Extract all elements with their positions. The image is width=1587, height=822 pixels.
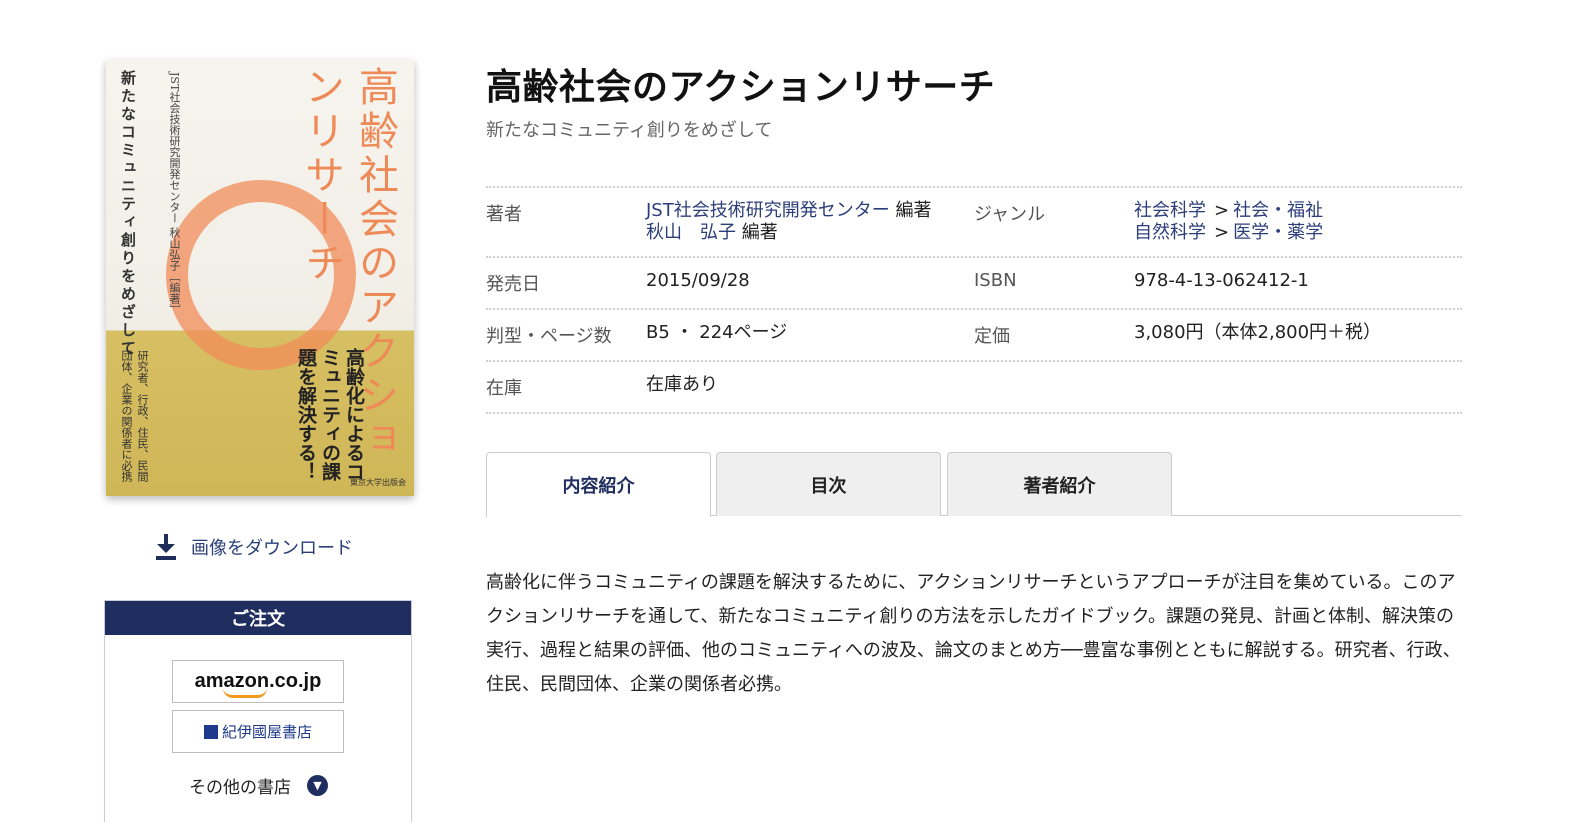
info-row-stock: 在庫 在庫あり (486, 360, 1462, 414)
genres-value: 社会科学 > 社会・福祉 自然科学 > 医学・薬学 (1134, 200, 1324, 243)
author-link[interactable]: JST社会技術研究開発センター (646, 200, 890, 221)
page-subtitle: 新たなコミュニティ創りをめざして (486, 120, 773, 141)
isbn-label: ISBN (974, 270, 1017, 291)
info-row-author-genre: 著者 JST社会技術研究開発センター 編著 秋山 弘子 編著 ジャンル 社会科学… (486, 186, 1462, 256)
chevron-down-icon: ▼ (307, 775, 328, 796)
kinokuniya-button[interactable]: 紀伊國屋書店 (172, 710, 344, 753)
download-icon (155, 534, 177, 560)
other-shops-toggle[interactable]: その他の書店 ▼ (189, 773, 328, 798)
cover-publisher: 東京大学出版会 (350, 478, 406, 487)
info-row-release-isbn: 発売日 2015/09/28 ISBN 978-4-13-062412-1 (486, 256, 1462, 308)
cover-features: 研究者、行政、住民、民間団体、企業の関係者に必携 (120, 350, 149, 482)
stock-label: 在庫 (486, 378, 522, 399)
genre-sub-link[interactable]: 社会・福祉 (1233, 200, 1323, 221)
other-shops-label: その他の書店 (189, 778, 291, 798)
book-cover-image: 高齢社会のアクションリサーチ 新たなコミュニティ創りをめざして JST社会技術研… (106, 60, 414, 496)
format-label: 判型・ページ数 (486, 326, 612, 347)
cover-editors: JST社会技術研究開発センター 秋山弘子［編著］ (168, 72, 181, 315)
format-value: B5 ・ 224ページ (646, 322, 788, 343)
genre-main-link[interactable]: 自然科学 (1134, 222, 1206, 243)
author-link[interactable]: 秋山 弘子 (646, 222, 736, 243)
info-row-format-price: 判型・ページ数 B5 ・ 224ページ 定価 3,080円（本体2,800円＋税… (486, 308, 1462, 360)
author-label: 著者 (486, 204, 522, 225)
kinokuniya-label: 紀伊國屋書店 (221, 723, 312, 741)
download-label: 画像をダウンロード (191, 538, 353, 559)
genre-sub-link[interactable]: 医学・薬学 (1233, 222, 1323, 243)
page-title: 高齢社会のアクションリサーチ (486, 67, 996, 108)
genre-label: ジャンル (974, 204, 1046, 225)
release-label: 発売日 (486, 274, 540, 295)
price-value: 3,080円（本体2,800円＋税） (1134, 322, 1382, 343)
stock-value: 在庫あり (646, 374, 718, 395)
amazon-smile-icon (223, 688, 267, 698)
tab-contents[interactable]: 目次 (716, 452, 941, 516)
tab-description[interactable]: 内容紹介 (486, 452, 711, 517)
author-role: 編著 (895, 200, 932, 221)
cover-catchphrase: 高齢化によるコミュニティの課題を解決する！ (295, 348, 365, 481)
authors-value: JST社会技術研究開発センター 編著 秋山 弘子 編著 (646, 188, 974, 256)
cover-subtitle: 新たなコミュニティ創りをめざして (119, 70, 137, 358)
genre-main-link[interactable]: 社会科学 (1134, 200, 1206, 221)
tab-author-profile[interactable]: 著者紹介 (947, 452, 1172, 516)
amazon-button[interactable]: amazon.co.jp (172, 660, 344, 703)
kinokuniya-logo-icon (203, 724, 218, 739)
order-heading: ご注文 (105, 601, 411, 635)
content-tabs: 内容紹介 目次 著者紹介 (486, 452, 1462, 517)
book-info-table: 著者 JST社会技術研究開発センター 編著 秋山 弘子 編著 ジャンル 社会科学… (486, 186, 1462, 414)
release-value: 2015/09/28 (646, 270, 750, 291)
author-role: 編著 (741, 222, 778, 243)
price-label: 定価 (974, 326, 1010, 347)
download-image-link[interactable]: 画像をダウンロード (155, 534, 353, 560)
isbn-value: 978-4-13-062412-1 (1134, 270, 1309, 291)
book-description: 高齢化に伴うコミュニティの課題を解決するために、アクションリサーチというアプロー… (486, 572, 1461, 695)
order-panel: ご注文 amazon.co.jp 紀伊國屋書店 その他の書店 ▼ (104, 600, 412, 822)
